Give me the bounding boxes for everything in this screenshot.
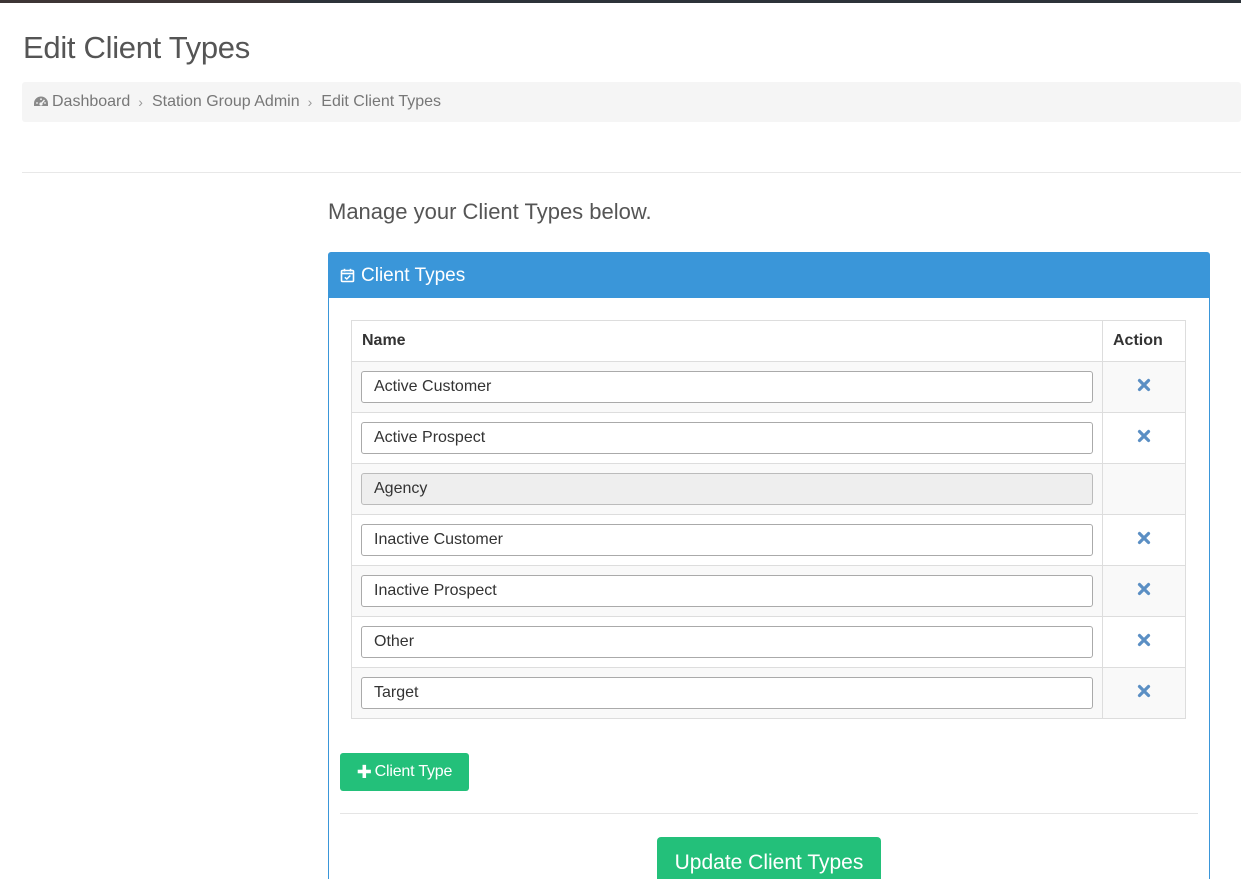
name-cell xyxy=(351,361,1103,413)
delete-icon[interactable] xyxy=(1137,531,1151,545)
name-cell xyxy=(351,514,1103,566)
dashboard-icon xyxy=(33,95,49,109)
name-cell xyxy=(351,616,1103,668)
add-client-type-label: Client Type xyxy=(374,763,453,780)
breadcrumb-item-current: Edit Client Types xyxy=(321,93,442,110)
client-type-name-input[interactable] xyxy=(361,626,1093,658)
action-cell xyxy=(1102,565,1186,617)
delete-icon[interactable] xyxy=(1137,429,1151,443)
table-row xyxy=(351,463,1186,515)
table-row xyxy=(351,361,1186,413)
page-title: Edit Client Types xyxy=(23,30,250,65)
breadcrumb-label: Dashboard xyxy=(52,93,131,110)
divider xyxy=(22,172,1241,173)
add-client-type-button[interactable]: ✚ Client Type xyxy=(340,753,469,791)
chevron-right-icon: › xyxy=(307,94,313,110)
delete-icon[interactable] xyxy=(1137,633,1151,647)
update-client-types-button[interactable]: Update Client Types xyxy=(657,837,881,879)
column-header-name: Name xyxy=(351,320,1103,362)
client-type-name-input[interactable] xyxy=(361,371,1093,403)
client-type-name-input[interactable] xyxy=(361,677,1093,709)
plus-icon: ✚ xyxy=(356,761,372,782)
client-type-name-input[interactable] xyxy=(361,422,1093,454)
client-type-name-input[interactable] xyxy=(361,575,1093,607)
client-types-table: Name Action xyxy=(351,320,1186,719)
panel-header: Client Types xyxy=(329,253,1209,298)
divider xyxy=(340,813,1198,814)
delete-icon[interactable] xyxy=(1137,582,1151,596)
client-type-name-input xyxy=(361,473,1093,505)
calendar-check-icon xyxy=(340,268,355,283)
table-row xyxy=(351,616,1186,668)
name-cell xyxy=(351,667,1103,719)
action-cell xyxy=(1102,463,1186,515)
chevron-right-icon: › xyxy=(138,94,143,110)
delete-icon[interactable] xyxy=(1137,378,1151,392)
column-header-action: Action xyxy=(1102,320,1186,362)
client-type-name-input[interactable] xyxy=(361,524,1093,556)
panel-title: Client Types xyxy=(361,264,466,286)
table-row xyxy=(351,514,1186,566)
breadcrumb-item-dashboard[interactable]: Dashboard xyxy=(33,93,130,111)
table-row xyxy=(351,412,1186,464)
top-bar xyxy=(0,0,1241,3)
action-cell xyxy=(1102,616,1186,668)
name-cell xyxy=(351,463,1103,515)
table-row xyxy=(351,565,1186,617)
delete-icon[interactable] xyxy=(1137,684,1151,698)
intro-text: Manage your Client Types below. xyxy=(328,199,652,224)
action-cell xyxy=(1102,514,1186,566)
breadcrumb-item-station-group-admin[interactable]: Station Group Admin xyxy=(152,93,300,111)
table-row xyxy=(351,667,1186,719)
breadcrumb: Dashboard › Station Group Admin › Edit C… xyxy=(22,82,1241,122)
name-cell xyxy=(351,412,1103,464)
action-cell xyxy=(1102,412,1186,464)
action-cell xyxy=(1102,667,1186,719)
action-cell xyxy=(1102,361,1186,413)
client-types-panel: Client Types Name Action ✚ Client Type U… xyxy=(328,252,1210,879)
name-cell xyxy=(351,565,1103,617)
